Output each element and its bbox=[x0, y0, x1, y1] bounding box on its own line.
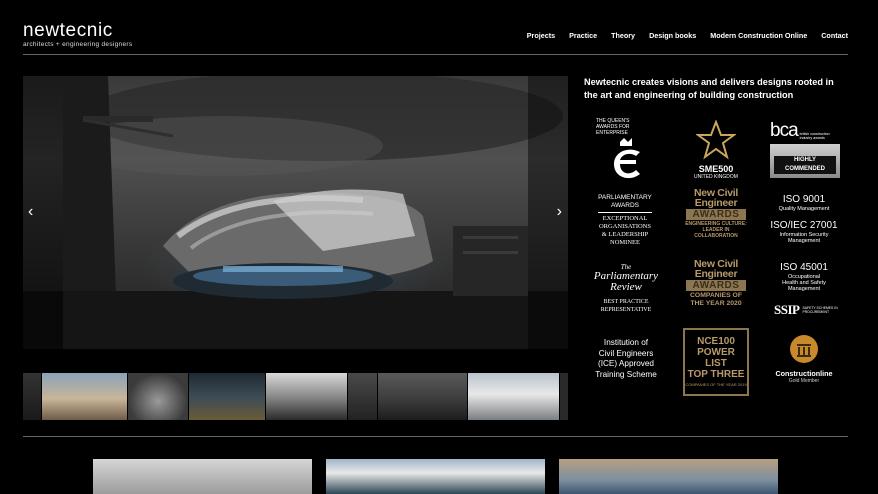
nce-award-companies-2020: New Civil Engineer AWARDS COMPANIES OF T… bbox=[684, 259, 748, 308]
intro-text: Newtecnic creates visions and delivers d… bbox=[584, 77, 834, 100]
logo[interactable]: newtecnic architects + engineering desig… bbox=[23, 20, 133, 48]
ssip-mark: SSIP bbox=[774, 302, 800, 317]
thumbnail-strip bbox=[23, 373, 568, 420]
logo-name: newtecnic bbox=[23, 20, 113, 41]
thumbnail[interactable] bbox=[468, 373, 560, 420]
carousel-right-shade bbox=[528, 76, 568, 349]
power-line: NCE100 bbox=[697, 336, 735, 347]
thumbnail[interactable] bbox=[378, 373, 468, 420]
hero-illustration bbox=[23, 76, 568, 349]
project-card[interactable] bbox=[326, 459, 545, 494]
review-caption: REPRESENTATIVE bbox=[600, 307, 652, 313]
ssip-caption: PROCUREMENT bbox=[802, 310, 830, 314]
thumbnail[interactable] bbox=[266, 373, 348, 420]
awards-grid: THE QUEEN'S AWARDS FOR ENTERPRISE PARLIA… bbox=[584, 116, 848, 406]
thumbnail[interactable] bbox=[23, 373, 42, 420]
constructionline-name: Constructionline bbox=[775, 369, 833, 378]
ssip-logo: SSIP SAFETY SCHEMES IN PROCUREMENT bbox=[774, 302, 840, 318]
parliamentary-line: AWARDS bbox=[610, 202, 640, 209]
nce-line: Engineer bbox=[694, 197, 738, 209]
sme500-sub: UNITED KINGDOM bbox=[694, 174, 738, 180]
nav-theory[interactable]: Theory bbox=[611, 31, 635, 40]
queens-award: THE QUEEN'S AWARDS FOR ENTERPRISE bbox=[596, 118, 656, 189]
main-nav: Projects Practice Theory Design books Mo… bbox=[513, 31, 848, 40]
bcia-award: bca british construction industry awards… bbox=[770, 120, 840, 178]
iso-9001: ISO 9001 Quality Management bbox=[764, 194, 844, 212]
nce-line: Engineer bbox=[694, 268, 738, 280]
nce-banner: AWARDS bbox=[686, 209, 746, 220]
constructionline-member: Constructionline Gold Member bbox=[768, 334, 840, 384]
parliamentary-awards: PARLIAMENTARY AWARDS EXCEPTIONAL ORGANIS… bbox=[590, 194, 660, 247]
parliamentary-line: PARLIAMENTARY bbox=[598, 194, 652, 201]
thumbnail[interactable] bbox=[348, 373, 378, 420]
project-card[interactable] bbox=[93, 459, 312, 494]
iso-title: ISO 45001 bbox=[780, 262, 828, 273]
nav-projects[interactable]: Projects bbox=[527, 31, 555, 40]
nce-caption: COMPANIES OF bbox=[690, 292, 742, 299]
review-caption: BEST PRACTICE bbox=[603, 299, 649, 305]
chevron-left-icon[interactable]: ‹ bbox=[28, 204, 33, 220]
site-header: newtecnic architects + engineering desig… bbox=[0, 0, 878, 56]
iso-45001: ISO 45001 Occupational Health and Safety… bbox=[764, 262, 844, 292]
crown-e-icon bbox=[614, 138, 640, 179]
parliamentary-line: ORGANISATIONS bbox=[598, 223, 651, 230]
ice-line: Training Scheme bbox=[595, 369, 657, 379]
iso-title: ISO 9001 bbox=[782, 194, 826, 205]
ice-approved: Institution of Civil Engineers (ICE) App… bbox=[586, 338, 666, 380]
iso-sub: Quality Management bbox=[778, 206, 830, 212]
power-line: COMPANIES OF THE YEAR 2019 bbox=[685, 382, 747, 387]
power-line: TOP THREE bbox=[687, 369, 745, 380]
sme500-title: SME500 bbox=[698, 164, 734, 174]
iso-sub: Management bbox=[787, 286, 821, 292]
nce-caption: THE YEAR 2020 bbox=[690, 300, 742, 307]
iso-title: ISO/IEC 27001 bbox=[770, 220, 838, 231]
chevron-right-icon[interactable]: › bbox=[557, 204, 562, 220]
nav-modern-construction-online[interactable]: Modern Construction Online bbox=[710, 31, 807, 40]
power-line: POWER LIST bbox=[697, 347, 735, 369]
iso-sub: Management bbox=[787, 238, 821, 244]
parliamentary-line: EXCEPTIONAL bbox=[602, 215, 648, 222]
constructionline-icon bbox=[790, 335, 818, 363]
logo-tagline: architects + engineering designers bbox=[23, 41, 133, 48]
star-icon bbox=[694, 119, 738, 160]
nav-practice[interactable]: Practice bbox=[569, 31, 597, 40]
section-divider bbox=[23, 436, 848, 437]
parliamentary-line: & LEADERSHIP bbox=[601, 231, 649, 238]
thumbnail[interactable] bbox=[42, 373, 128, 420]
queens-award-header: THE QUEEN'S AWARDS FOR ENTERPRISE bbox=[596, 118, 630, 136]
ice-line: Institution of bbox=[603, 338, 649, 347]
nce-caption: COLLABORATION bbox=[694, 233, 738, 239]
project-card[interactable] bbox=[559, 459, 778, 494]
nav-design-books[interactable]: Design books bbox=[649, 31, 696, 40]
header-divider bbox=[23, 54, 848, 55]
highly-commended-badge: HIGHLY COMMENDED bbox=[774, 156, 836, 174]
bcia-caption: industry awards bbox=[799, 136, 825, 140]
nce100-power-list: NCE100 POWER LIST TOP THREE COMPANIES OF… bbox=[683, 328, 749, 396]
sme500-award: SME500 UNITED KINGDOM bbox=[684, 119, 748, 180]
parliamentary-review: The Parliamentary Review BEST PRACTICE R… bbox=[590, 264, 662, 314]
bcia-logo: bca bbox=[770, 120, 799, 141]
nav-contact[interactable]: Contact bbox=[821, 31, 848, 40]
thumbnail[interactable] bbox=[189, 373, 266, 420]
review-line: Review bbox=[610, 281, 642, 293]
thumbnail[interactable] bbox=[560, 373, 568, 420]
hero-carousel[interactable]: ‹ › bbox=[23, 76, 568, 349]
parliamentary-line: NOMINEE bbox=[610, 239, 640, 246]
ice-line: Civil Engineers bbox=[598, 348, 654, 358]
thumbnail[interactable] bbox=[128, 373, 189, 420]
constructionline-sub: Gold Member bbox=[788, 378, 820, 384]
iso-27001: ISO/IEC 27001 Information Security Manag… bbox=[764, 220, 844, 244]
nce-banner: AWARDS bbox=[686, 280, 746, 291]
ice-line: (ICE) Approved bbox=[598, 359, 654, 368]
nce-award-collaboration: New Civil Engineer AWARDS ENGINEERING CU… bbox=[684, 188, 748, 239]
